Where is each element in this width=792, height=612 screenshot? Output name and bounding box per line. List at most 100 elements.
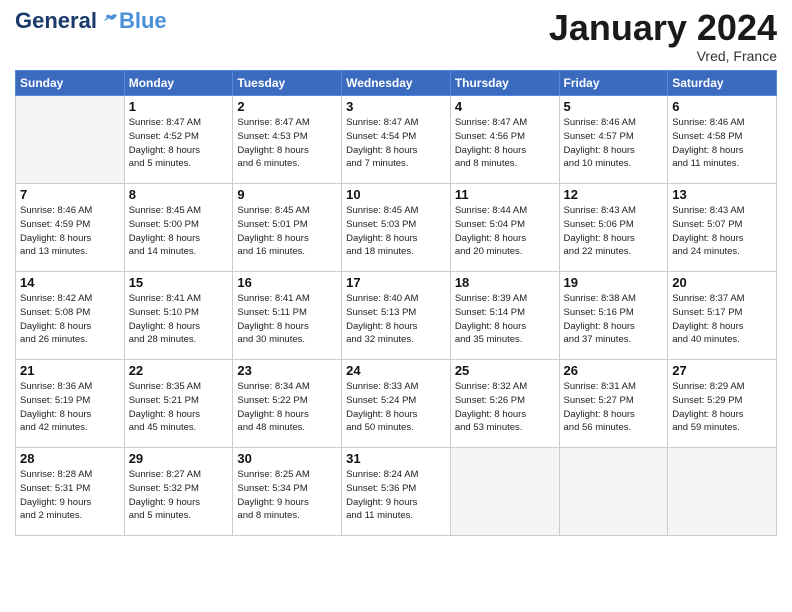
col-sunday: Sunday [16,71,125,96]
day-info: Sunrise: 8:34 AMSunset: 5:22 PMDaylight:… [237,380,337,435]
logo: General Blue [15,10,167,32]
calendar-cell: 16 Sunrise: 8:41 AMSunset: 5:11 PMDayligh… [233,272,342,360]
calendar-cell: 22 Sunrise: 8:35 AMSunset: 5:21 PMDayligh… [124,360,233,448]
calendar-cell: 12 Sunrise: 8:43 AMSunset: 5:06 PMDayligh… [559,184,668,272]
calendar-cell [559,448,668,536]
day-number: 22 [129,363,229,378]
day-info: Sunrise: 8:47 AMSunset: 4:52 PMDaylight:… [129,116,229,171]
calendar-cell: 18Sunrise: 8:39 AMSunset: 5:14 PMDayligh… [450,272,559,360]
day-info: Sunrise: 8:46 AMSunset: 4:57 PMDaylight:… [564,116,664,171]
header: General Blue January 2024 Vred, France [15,10,777,64]
header-row: Sunday Monday Tuesday Wednesday Thursday… [16,71,777,96]
day-info: Sunrise: 8:25 AMSunset: 5:34 PMDaylight:… [237,468,337,523]
calendar-cell: 28 Sunrise: 8:28 AMSunset: 5:31 PMDayligh… [16,448,125,536]
day-number: 30 [237,451,337,466]
day-number: 20 [672,275,772,290]
calendar-cell: 7Sunrise: 8:46 AMSunset: 4:59 PMDaylight… [16,184,125,272]
calendar-cell: 31 Sunrise: 8:24 AMSunset: 5:36 PMDayligh… [342,448,451,536]
day-info: Sunrise: 8:27 AMSunset: 5:32 PMDaylight:… [129,468,229,523]
day-info: Sunrise: 8:32 AMSunset: 5:26 PMDaylight:… [455,380,555,435]
day-info: Sunrise: 8:37 AMSunset: 5:17 PMDaylight:… [672,292,772,347]
calendar-table: Sunday Monday Tuesday Wednesday Thursday… [15,70,777,536]
location: Vred, France [549,48,777,64]
calendar-cell: 3 Sunrise: 8:47 AMSunset: 4:54 PMDaylight… [342,96,451,184]
day-info: Sunrise: 8:28 AMSunset: 5:31 PMDaylight:… [20,468,120,523]
calendar-cell: 29 Sunrise: 8:27 AMSunset: 5:32 PMDayligh… [124,448,233,536]
day-info: Sunrise: 8:43 AMSunset: 5:06 PMDaylight:… [564,204,664,259]
day-info: Sunrise: 8:44 AMSunset: 5:04 PMDaylight:… [455,204,555,259]
calendar-cell: 23 Sunrise: 8:34 AMSunset: 5:22 PMDayligh… [233,360,342,448]
day-number: 2 [237,99,337,114]
day-number: 18 [455,275,555,290]
day-number: 12 [564,187,664,202]
calendar-cell: 5 Sunrise: 8:46 AMSunset: 4:57 PMDaylight… [559,96,668,184]
calendar-cell: 17Sunrise: 8:40 AMSunset: 5:13 PMDayligh… [342,272,451,360]
logo-bird-icon [99,11,119,31]
title-block: January 2024 Vred, France [549,10,777,64]
col-tuesday: Tuesday [233,71,342,96]
calendar-cell: 11 Sunrise: 8:44 AMSunset: 5:04 PMDayligh… [450,184,559,272]
day-info: Sunrise: 8:24 AMSunset: 5:36 PMDaylight:… [346,468,446,523]
calendar-week-3: 14Sunrise: 8:42 AMSunset: 5:08 PMDayligh… [16,272,777,360]
logo-general-text: General [15,10,97,32]
calendar-cell: 15Sunrise: 8:41 AMSunset: 5:10 PMDayligh… [124,272,233,360]
day-info: Sunrise: 8:29 AMSunset: 5:29 PMDaylight:… [672,380,772,435]
day-info: Sunrise: 8:38 AMSunset: 5:16 PMDaylight:… [564,292,664,347]
calendar-cell: 30 Sunrise: 8:25 AMSunset: 5:34 PMDayligh… [233,448,342,536]
calendar-cell: 8Sunrise: 8:45 AMSunset: 5:00 PMDaylight… [124,184,233,272]
calendar-cell [16,96,125,184]
calendar-week-5: 28 Sunrise: 8:28 AMSunset: 5:31 PMDayligh… [16,448,777,536]
calendar-cell: 13Sunrise: 8:43 AMSunset: 5:07 PMDayligh… [668,184,777,272]
day-number: 3 [346,99,446,114]
col-monday: Monday [124,71,233,96]
calendar-cell: 1 Sunrise: 8:47 AMSunset: 4:52 PMDaylight… [124,96,233,184]
calendar-cell: 26Sunrise: 8:31 AMSunset: 5:27 PMDayligh… [559,360,668,448]
day-info: Sunrise: 8:43 AMSunset: 5:07 PMDaylight:… [672,204,772,259]
day-info: Sunrise: 8:36 AMSunset: 5:19 PMDaylight:… [20,380,120,435]
day-number: 5 [564,99,664,114]
day-number: 21 [20,363,120,378]
day-number: 9 [237,187,337,202]
day-number: 24 [346,363,446,378]
day-number: 27 [672,363,772,378]
day-number: 10 [346,187,446,202]
day-number: 31 [346,451,446,466]
calendar-cell: 24Sunrise: 8:33 AMSunset: 5:24 PMDayligh… [342,360,451,448]
calendar-week-4: 21 Sunrise: 8:36 AMSunset: 5:19 PMDayligh… [16,360,777,448]
day-number: 11 [455,187,555,202]
day-info: Sunrise: 8:45 AMSunset: 5:03 PMDaylight:… [346,204,446,259]
day-info: Sunrise: 8:45 AMSunset: 5:00 PMDaylight:… [129,204,229,259]
day-number: 1 [129,99,229,114]
day-number: 15 [129,275,229,290]
calendar-cell: 9 Sunrise: 8:45 AMSunset: 5:01 PMDaylight… [233,184,342,272]
day-number: 16 [237,275,337,290]
day-info: Sunrise: 8:42 AMSunset: 5:08 PMDaylight:… [20,292,120,347]
calendar-cell: 27 Sunrise: 8:29 AMSunset: 5:29 PMDayligh… [668,360,777,448]
day-number: 28 [20,451,120,466]
logo-blue-text: Blue [119,10,167,32]
calendar-cell: 19Sunrise: 8:38 AMSunset: 5:16 PMDayligh… [559,272,668,360]
calendar-week-1: 1 Sunrise: 8:47 AMSunset: 4:52 PMDaylight… [16,96,777,184]
day-number: 29 [129,451,229,466]
day-info: Sunrise: 8:47 AMSunset: 4:54 PMDaylight:… [346,116,446,171]
month-title: January 2024 [549,10,777,46]
col-wednesday: Wednesday [342,71,451,96]
day-number: 25 [455,363,555,378]
col-saturday: Saturday [668,71,777,96]
day-info: Sunrise: 8:46 AMSunset: 4:59 PMDaylight:… [20,204,120,259]
calendar-cell: 20 Sunrise: 8:37 AMSunset: 5:17 PMDayligh… [668,272,777,360]
calendar-cell: 4Sunrise: 8:47 AMSunset: 4:56 PMDaylight… [450,96,559,184]
calendar-week-2: 7Sunrise: 8:46 AMSunset: 4:59 PMDaylight… [16,184,777,272]
main-container: General Blue January 2024 Vred, France S… [0,0,792,546]
day-number: 6 [672,99,772,114]
day-info: Sunrise: 8:45 AMSunset: 5:01 PMDaylight:… [237,204,337,259]
calendar-cell: 2 Sunrise: 8:47 AMSunset: 4:53 PMDaylight… [233,96,342,184]
calendar-cell: 10 Sunrise: 8:45 AMSunset: 5:03 PMDayligh… [342,184,451,272]
col-thursday: Thursday [450,71,559,96]
day-info: Sunrise: 8:35 AMSunset: 5:21 PMDaylight:… [129,380,229,435]
day-info: Sunrise: 8:41 AMSunset: 5:11 PMDaylight:… [237,292,337,347]
day-info: Sunrise: 8:47 AMSunset: 4:53 PMDaylight:… [237,116,337,171]
day-number: 23 [237,363,337,378]
calendar-cell: 6Sunrise: 8:46 AMSunset: 4:58 PMDaylight… [668,96,777,184]
day-number: 4 [455,99,555,114]
